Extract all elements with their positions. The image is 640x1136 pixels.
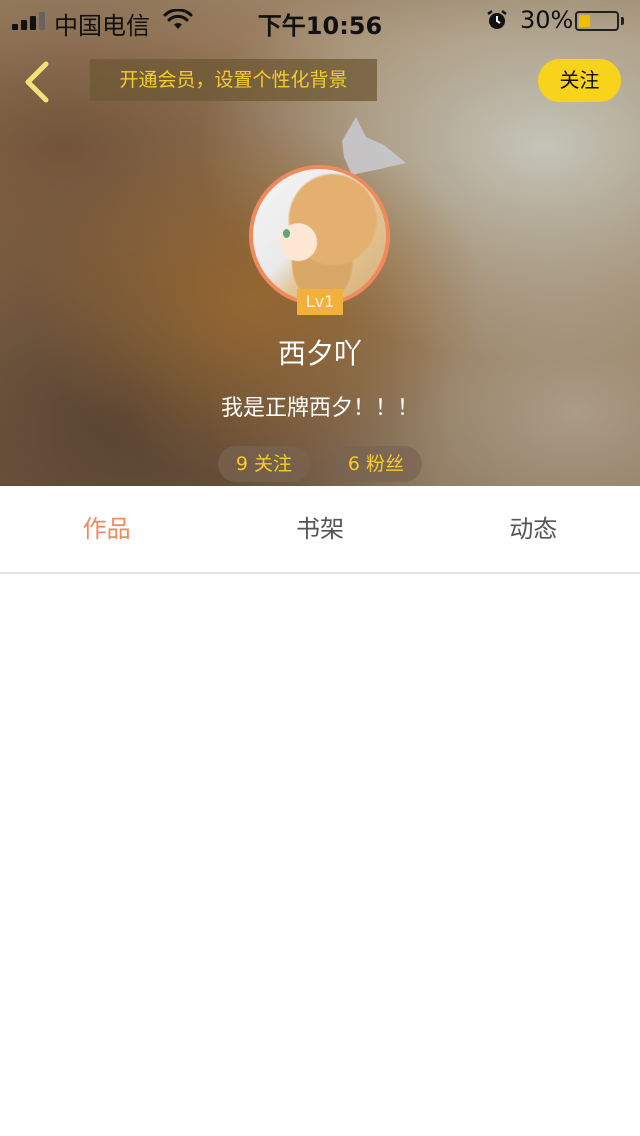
battery-nub <box>621 17 624 25</box>
tab-activity[interactable]: 动态 <box>427 486 640 572</box>
follow-button[interactable]: 关注 <box>538 59 621 102</box>
level-badge: Lv1 <box>297 289 343 315</box>
battery-percent: 30% <box>520 6 574 34</box>
battery-icon <box>575 11 619 31</box>
user-bio: 我是正牌西夕！！！ <box>220 396 419 421</box>
clock: 下午10:56 <box>257 12 383 40</box>
following-count-button[interactable]: 9 关注 <box>218 446 310 482</box>
tab-bookshelf[interactable]: 书架 <box>213 486 426 572</box>
vip-background-banner[interactable]: 开通会员，设置个性化背景 <box>90 59 377 101</box>
fans-count-button[interactable]: 6 粉丝 <box>330 446 422 482</box>
alarm-icon <box>487 10 507 29</box>
profile-tabs: 作品 书架 动态 <box>0 486 640 574</box>
crown-decoration-icon <box>342 117 406 175</box>
back-chevron-icon[interactable] <box>18 58 58 106</box>
status-bar: 中国电信 下午10:56 30% <box>0 0 640 40</box>
username: 西夕吖 <box>277 337 362 370</box>
avatar-eye <box>283 229 290 238</box>
wifi-icon <box>163 9 193 29</box>
avatar[interactable] <box>249 165 390 306</box>
tab-works[interactable]: 作品 <box>0 486 213 572</box>
profile-header: 中国电信 下午10:56 30% 开通会员，设置个性化背景 关注 Lv1 西夕吖… <box>0 0 640 486</box>
carrier-name: 中国电信 <box>54 12 150 40</box>
tab-content-area <box>0 574 640 1136</box>
battery-fill <box>579 15 590 27</box>
signal-icon <box>12 12 45 30</box>
